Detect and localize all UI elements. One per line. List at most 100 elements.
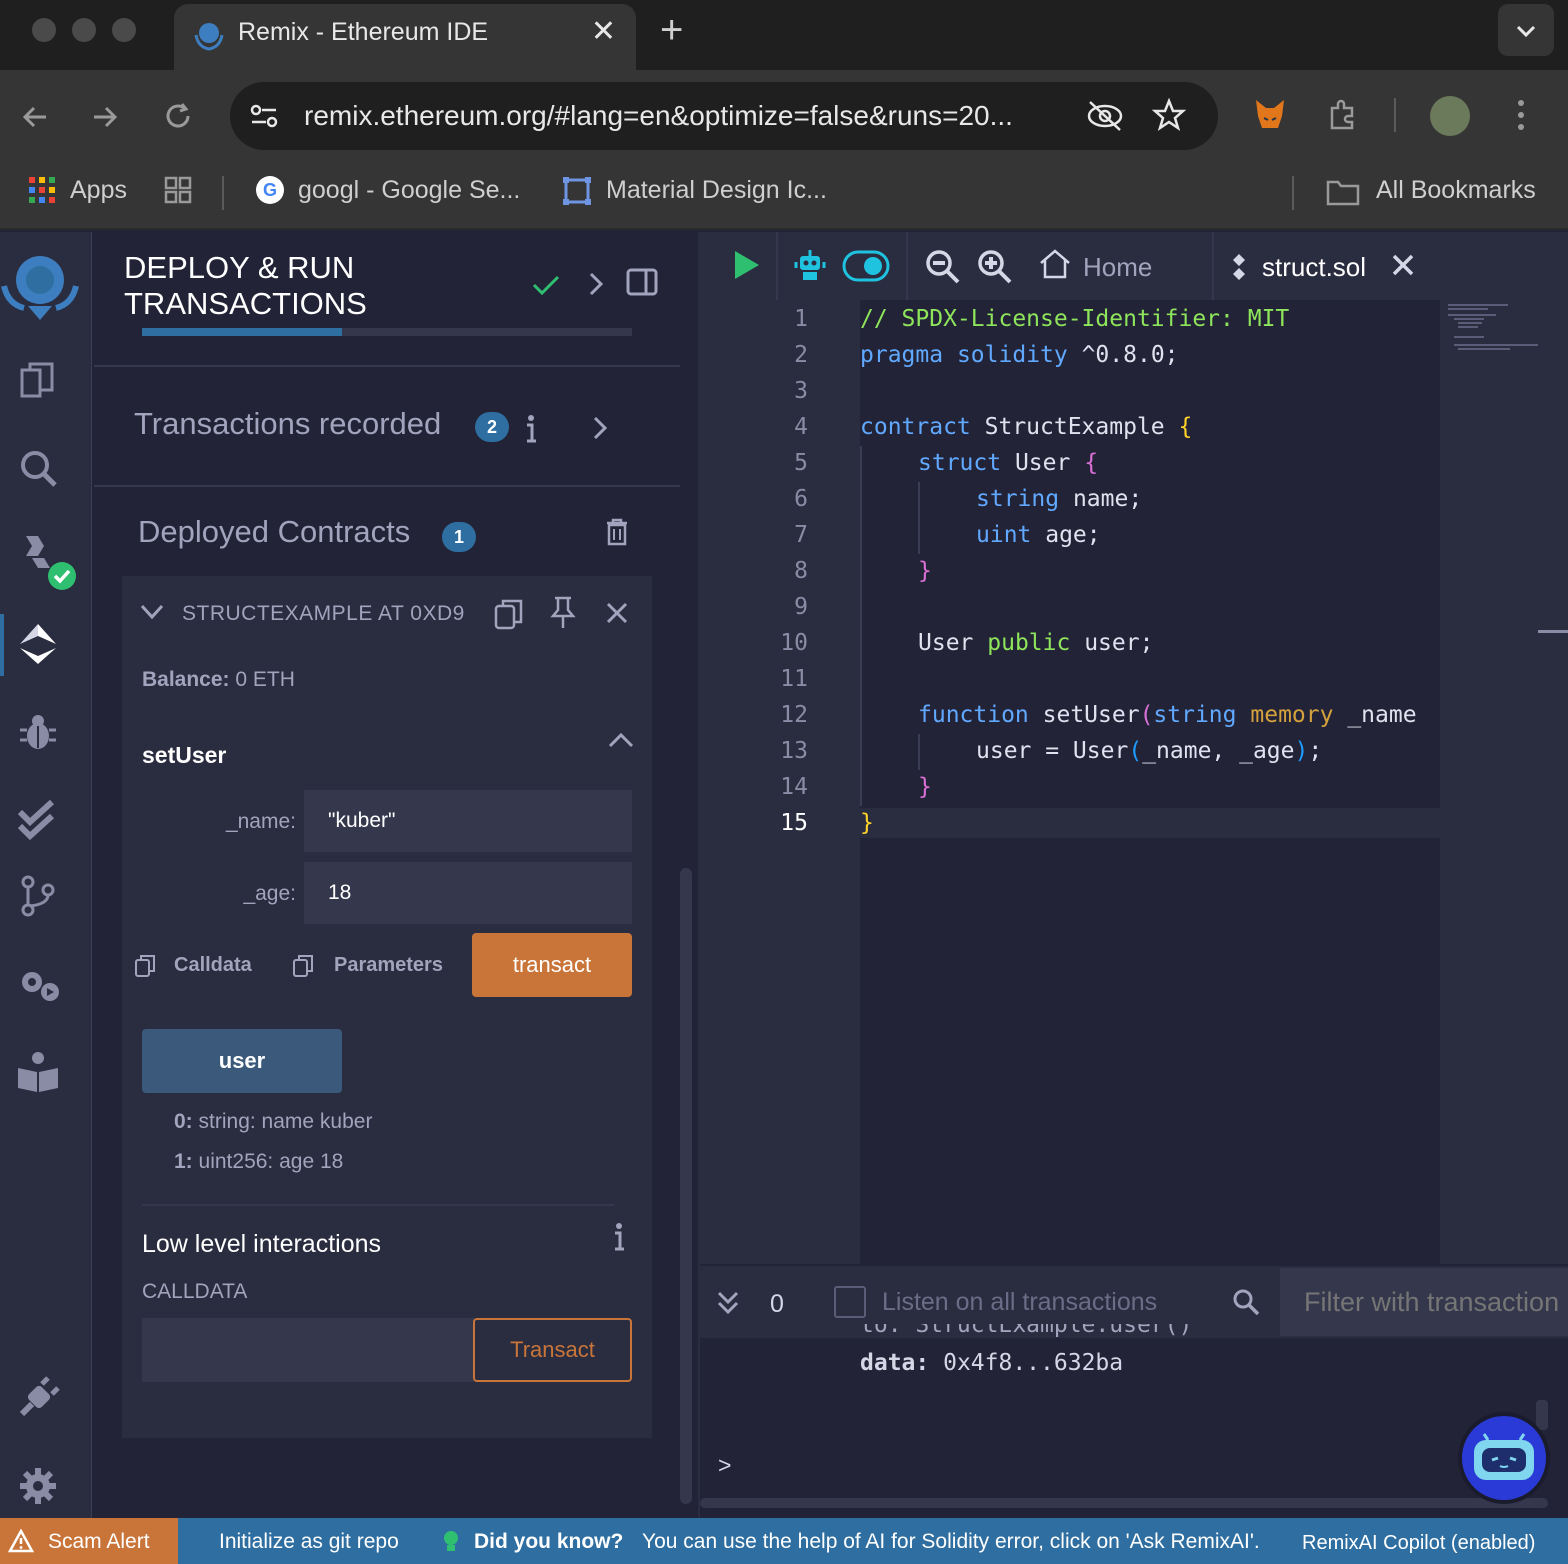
- scam-alert-button[interactable]: Scam Alert: [0, 1518, 178, 1564]
- bookmark-material[interactable]: Material Design Ic...: [606, 176, 827, 205]
- line-number: 7: [794, 522, 808, 548]
- extensions-puzzle-icon[interactable]: [1326, 98, 1360, 132]
- info-icon[interactable]: [524, 414, 538, 444]
- toggle-panel-icon[interactable]: [626, 268, 658, 296]
- git-init-button[interactable]: Initialize as git repo: [219, 1530, 399, 1554]
- copy-icon[interactable]: [494, 598, 524, 630]
- listen-checkbox[interactable]: [834, 1286, 866, 1318]
- param-name-input[interactable]: [304, 790, 632, 852]
- file-tab-label: struct.sol: [1262, 252, 1367, 282]
- deploy-run-icon[interactable]: [16, 622, 60, 666]
- star-icon[interactable]: [1152, 98, 1186, 132]
- search-icon[interactable]: [1232, 1288, 1260, 1316]
- search-icon[interactable]: [18, 448, 58, 488]
- run-play-icon[interactable]: [732, 248, 762, 282]
- forward-arrow-icon[interactable]: [90, 102, 120, 132]
- code-token: {: [1084, 450, 1099, 476]
- window-minimize-button[interactable]: [72, 18, 96, 42]
- param-name-label: _name:: [225, 810, 296, 833]
- home-icon[interactable]: [1038, 248, 1072, 280]
- transact-button[interactable]: transact: [472, 933, 632, 997]
- address-bar[interactable]: remix.ethereum.org/#lang=en&optimize=fal…: [230, 82, 1218, 150]
- chevron-right-icon[interactable]: [588, 272, 604, 296]
- transactions-count-badge: 2: [475, 412, 509, 442]
- param-age-input[interactable]: [304, 862, 632, 924]
- debugger-bug-icon[interactable]: [18, 712, 58, 752]
- bookmark-google[interactable]: googl - Google Se...: [298, 176, 520, 205]
- chevron-down-icon[interactable]: [140, 604, 164, 620]
- file-tab-struct[interactable]: struct.sol: [1214, 232, 1430, 300]
- code-line-12: function setUser(string memory _name: [918, 702, 1417, 728]
- divider: [94, 365, 680, 367]
- code-token: pragma: [860, 342, 944, 368]
- ai-robot-icon[interactable]: [794, 248, 826, 282]
- remixai-assistant-icon[interactable]: [1456, 1410, 1552, 1506]
- transactions-recorded-title[interactable]: Transactions recorded: [134, 406, 441, 442]
- apps-grid-icon: [29, 177, 55, 203]
- chevron-up-icon[interactable]: [608, 732, 634, 748]
- divider: [142, 1204, 614, 1206]
- panel-scrollbar[interactable]: [680, 868, 692, 1504]
- close-tab-icon[interactable]: [1392, 254, 1414, 276]
- browser-tab-strip: Remix - Ethereum IDE ✕ +: [0, 0, 1568, 70]
- parameters-copy-button[interactable]: Parameters: [334, 954, 443, 977]
- tab-search-button[interactable]: [1498, 4, 1554, 56]
- calldata-input[interactable]: [142, 1318, 474, 1382]
- git-branch-icon[interactable]: [18, 874, 58, 918]
- settings-gear-icon[interactable]: [18, 1466, 58, 1506]
- bookmark-apps[interactable]: Apps: [70, 176, 127, 205]
- code-token: contract: [860, 414, 971, 440]
- browser-tab[interactable]: Remix - Ethereum IDE ✕: [174, 4, 636, 70]
- settings-plugin-gears-icon[interactable]: [16, 964, 62, 1004]
- more-menu-icon[interactable]: [1514, 98, 1528, 132]
- code-line-14: }: [918, 774, 932, 800]
- line-number: 2: [794, 342, 808, 368]
- back-arrow-icon[interactable]: [20, 102, 50, 132]
- metamask-fox-icon[interactable]: [1252, 96, 1288, 132]
- chevron-right-icon[interactable]: [592, 416, 608, 440]
- zoom-in-icon[interactable]: [976, 248, 1012, 284]
- reload-icon[interactable]: [162, 100, 194, 132]
- copy-parameters-icon[interactable]: [292, 954, 314, 978]
- eye-slash-icon[interactable]: [1086, 100, 1124, 132]
- ai-toggle-switch[interactable]: [842, 250, 890, 282]
- copy-calldata-icon[interactable]: [134, 954, 156, 978]
- profile-avatar[interactable]: [1430, 96, 1470, 136]
- new-tab-button[interactable]: +: [660, 8, 683, 53]
- site-settings-icon[interactable]: [248, 102, 280, 130]
- window-maximize-button[interactable]: [112, 18, 136, 42]
- remix-logo-icon[interactable]: [0, 246, 80, 326]
- terminal-h-scrollbar[interactable]: [700, 1498, 1548, 1508]
- calldata-caps-label: CALLDATA: [142, 1280, 248, 1303]
- testing-checks-icon[interactable]: [16, 798, 60, 842]
- tab-close-icon[interactable]: ✕: [591, 14, 616, 49]
- minimap-line: [1448, 308, 1488, 310]
- bookmarks-bar: Apps G googl - Google Se... Material Des…: [0, 162, 1568, 230]
- zoom-out-icon[interactable]: [924, 248, 960, 284]
- user-call-button[interactable]: user: [142, 1029, 342, 1093]
- copilot-status[interactable]: RemixAI Copilot (enabled): [1302, 1532, 1535, 1555]
- chevrons-down-icon[interactable]: [716, 1290, 740, 1316]
- trash-icon[interactable]: [606, 518, 628, 546]
- learneth-book-icon[interactable]: [16, 1050, 60, 1094]
- terminal-filter-input[interactable]: [1280, 1268, 1568, 1336]
- solidity-compiler-icon[interactable]: [18, 532, 80, 594]
- active-indicator: [0, 614, 4, 676]
- home-tab[interactable]: Home: [1083, 252, 1152, 283]
- terminal-output[interactable]: to: StructExample.user() data: 0x4f8...6…: [700, 1324, 1568, 1518]
- plugin-manager-plug-icon[interactable]: [16, 1376, 60, 1420]
- code-token: user = User: [976, 738, 1129, 764]
- info-icon[interactable]: [612, 1222, 626, 1252]
- close-icon[interactable]: [606, 602, 628, 624]
- tab-groups-icon[interactable]: [164, 176, 192, 204]
- bookmark-all[interactable]: All Bookmarks: [1376, 176, 1536, 205]
- editor-minimap[interactable]: [1440, 300, 1568, 1264]
- pin-icon[interactable]: [550, 596, 576, 630]
- code-token: memory: [1250, 702, 1334, 728]
- terminal-prompt[interactable]: >: [718, 1452, 731, 1479]
- window-close-button[interactable]: [32, 18, 56, 42]
- file-explorer-icon[interactable]: [18, 360, 58, 400]
- code-token: function: [918, 702, 1029, 728]
- calldata-copy-button[interactable]: Calldata: [174, 954, 252, 977]
- low-level-transact-button[interactable]: Transact: [473, 1318, 632, 1382]
